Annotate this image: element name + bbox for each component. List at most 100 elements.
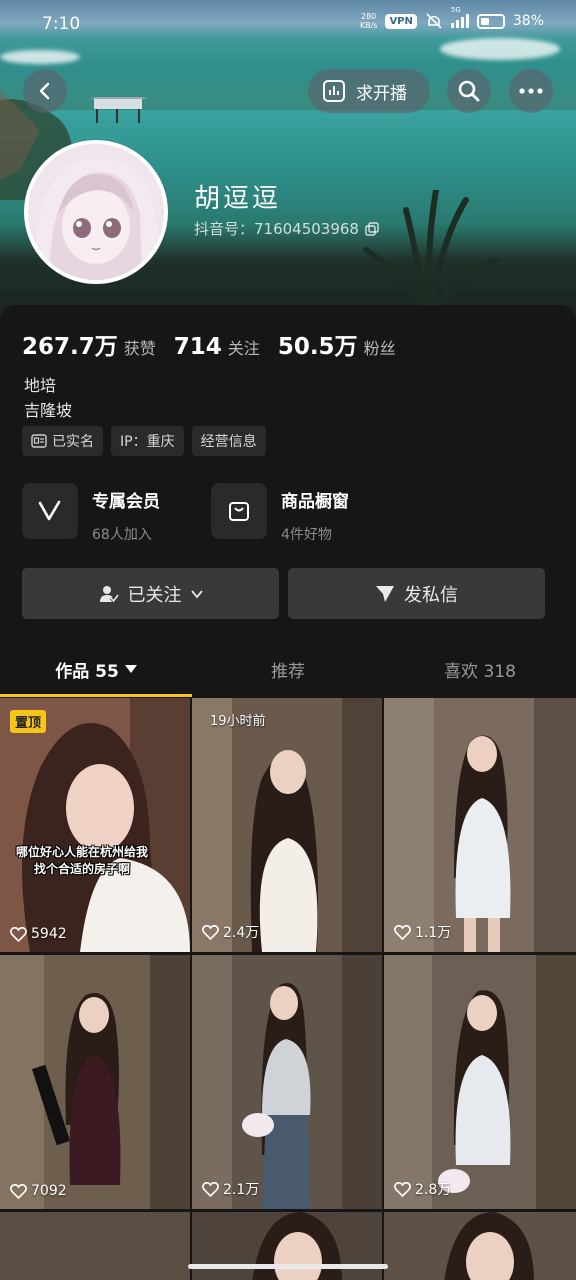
cloud bbox=[0, 50, 80, 64]
video-likes: 7092 bbox=[10, 1183, 67, 1199]
chevron-left-icon bbox=[39, 82, 50, 100]
home-indicator[interactable] bbox=[188, 1264, 388, 1269]
video-caption: 哪位好心人能在杭州给我 找个合适的房子啊 bbox=[16, 844, 148, 878]
video-thumbnail[interactable]: 2.1万 bbox=[192, 955, 382, 1209]
tab-works[interactable]: 作品 55 bbox=[0, 643, 192, 695]
profile-tags: 已实名 IP：重庆 经营信息 bbox=[22, 426, 266, 456]
video-frame bbox=[252, 1212, 342, 1280]
video-thumbnail[interactable] bbox=[192, 1212, 382, 1280]
douyin-id-text: 抖音号：71604503968 bbox=[194, 220, 359, 238]
followed-label: 已关注 bbox=[127, 584, 182, 606]
tab-indicator bbox=[0, 694, 192, 697]
profile-nickname: 胡逗逗 bbox=[194, 184, 282, 214]
video-thumbnail[interactable]: 19小时前 2.4万 bbox=[192, 698, 382, 952]
video-thumbnail[interactable]: 置顶 哪位好心人能在杭州给我 找个合适的房子啊 5942 bbox=[0, 698, 190, 952]
heart-icon bbox=[394, 924, 411, 940]
request-live-button[interactable]: 求开播 bbox=[308, 69, 430, 113]
video-frame bbox=[192, 955, 382, 1209]
plant-silhouette bbox=[363, 190, 499, 310]
stat-likes-label: 获赞 bbox=[123, 339, 156, 358]
video-likes-count: 1.1万 bbox=[415, 925, 452, 941]
stat-following-label: 关注 bbox=[227, 339, 260, 358]
tab-recommend-label: 推荐 bbox=[271, 661, 305, 682]
status-bar: 7:10 280 KB/s VPN 5G 38% bbox=[0, 0, 576, 48]
membership-title: 专属会员 bbox=[92, 492, 160, 512]
back-button[interactable] bbox=[23, 69, 67, 113]
video-likes-count: 2.8万 bbox=[415, 1182, 452, 1198]
heart-icon bbox=[202, 1181, 219, 1197]
video-caption-line: 找个合适的房子啊 bbox=[34, 862, 131, 876]
stat-following-value: 714 bbox=[173, 334, 222, 360]
video-frame bbox=[192, 698, 382, 952]
video-likes-count: 2.4万 bbox=[223, 925, 260, 941]
user-check-icon bbox=[99, 585, 119, 603]
heart-icon bbox=[10, 1183, 27, 1199]
feature-membership[interactable]: 专属会员 68人加入 bbox=[22, 483, 160, 544]
request-live-label: 求开播 bbox=[356, 83, 407, 104]
video-time-badge: 19小时前 bbox=[210, 714, 266, 729]
chart-bars-icon bbox=[323, 80, 345, 102]
shopping-bag-icon bbox=[229, 502, 249, 521]
heart-icon bbox=[394, 1181, 411, 1197]
v-icon bbox=[38, 500, 61, 521]
search-button[interactable] bbox=[447, 69, 491, 113]
copy-icon[interactable] bbox=[365, 221, 379, 236]
stat-fans[interactable]: 50.5万 粉丝 bbox=[278, 327, 396, 361]
tag-business-label: 经营信息 bbox=[200, 434, 257, 450]
content-tabs: 作品 55 推荐 喜欢 318 bbox=[0, 643, 576, 695]
network-type: 5G bbox=[450, 6, 461, 14]
tab-likes-label: 喜欢 318 bbox=[444, 661, 516, 682]
heart-icon bbox=[202, 924, 219, 940]
stat-likes: 267.7万 获赞 bbox=[22, 327, 156, 361]
video-caption-line: 哪位好心人能在杭州给我 bbox=[16, 845, 149, 859]
tag-business-info[interactable]: 经营信息 bbox=[191, 426, 266, 456]
battery-percent: 38% bbox=[512, 13, 544, 29]
video-thumbnail[interactable] bbox=[384, 1212, 576, 1280]
send-message-label: 发私信 bbox=[404, 584, 458, 606]
video-likes-count: 2.1万 bbox=[223, 1182, 260, 1198]
pinned-badge: 置顶 bbox=[10, 710, 47, 733]
video-thumbnail[interactable]: 1.1万 bbox=[384, 698, 576, 952]
stat-likes-value: 267.7万 bbox=[22, 334, 118, 360]
video-frame bbox=[444, 1212, 534, 1280]
tag-ip: IP：重庆 bbox=[111, 426, 184, 456]
mute-icon bbox=[426, 13, 442, 29]
send-icon bbox=[376, 585, 394, 602]
video-likes: 2.1万 bbox=[202, 1179, 259, 1199]
shop-subtitle: 4件好物 bbox=[281, 527, 332, 543]
video-thumbnail[interactable] bbox=[0, 1212, 190, 1280]
video-thumbnail[interactable]: 2.8万 bbox=[384, 955, 576, 1209]
more-icon bbox=[519, 88, 543, 94]
stat-following[interactable]: 714 关注 bbox=[174, 334, 260, 360]
feature-shop-window[interactable]: 商品橱窗 4件好物 bbox=[211, 483, 349, 544]
bio-line: 地培 bbox=[24, 376, 57, 395]
membership-icon-box bbox=[22, 483, 78, 539]
net-speed-value: 280 bbox=[360, 12, 377, 21]
video-frame bbox=[384, 955, 576, 1209]
video-likes: 2.8万 bbox=[394, 1179, 451, 1199]
net-speed-unit: KB/s bbox=[359, 21, 378, 30]
tag-ip-label: IP：重庆 bbox=[120, 434, 175, 450]
tag-verified-label: 已实名 bbox=[52, 434, 94, 450]
douyin-id[interactable]: 抖音号：71604503968 bbox=[194, 218, 379, 239]
send-message-button[interactable]: 发私信 bbox=[288, 568, 545, 619]
tab-recommend[interactable]: 推荐 bbox=[192, 643, 384, 695]
shop-icon-box bbox=[211, 483, 267, 539]
video-frame bbox=[384, 698, 576, 952]
stats-row: 267.7万 获赞 714 关注 50.5万 粉丝 bbox=[22, 327, 396, 361]
net-speed: 280 KB/s bbox=[360, 12, 378, 30]
profile-bio: 地培 吉隆坡 bbox=[24, 373, 72, 423]
more-button[interactable] bbox=[509, 69, 553, 113]
search-icon bbox=[458, 80, 480, 102]
chevron-down-icon bbox=[190, 589, 203, 598]
video-thumbnail[interactable]: 7092 bbox=[0, 955, 190, 1209]
anime-avatar-image bbox=[28, 144, 164, 280]
status-time: 7:10 bbox=[42, 14, 81, 34]
followed-button[interactable]: 已关注 bbox=[22, 568, 279, 619]
tag-verified[interactable]: 已实名 bbox=[22, 426, 103, 456]
avatar[interactable] bbox=[24, 140, 168, 284]
video-likes: 2.4万 bbox=[202, 922, 259, 942]
membership-subtitle: 68人加入 bbox=[92, 527, 152, 543]
tab-likes[interactable]: 喜欢 318 bbox=[384, 643, 576, 695]
video-likes: 5942 bbox=[10, 926, 67, 942]
